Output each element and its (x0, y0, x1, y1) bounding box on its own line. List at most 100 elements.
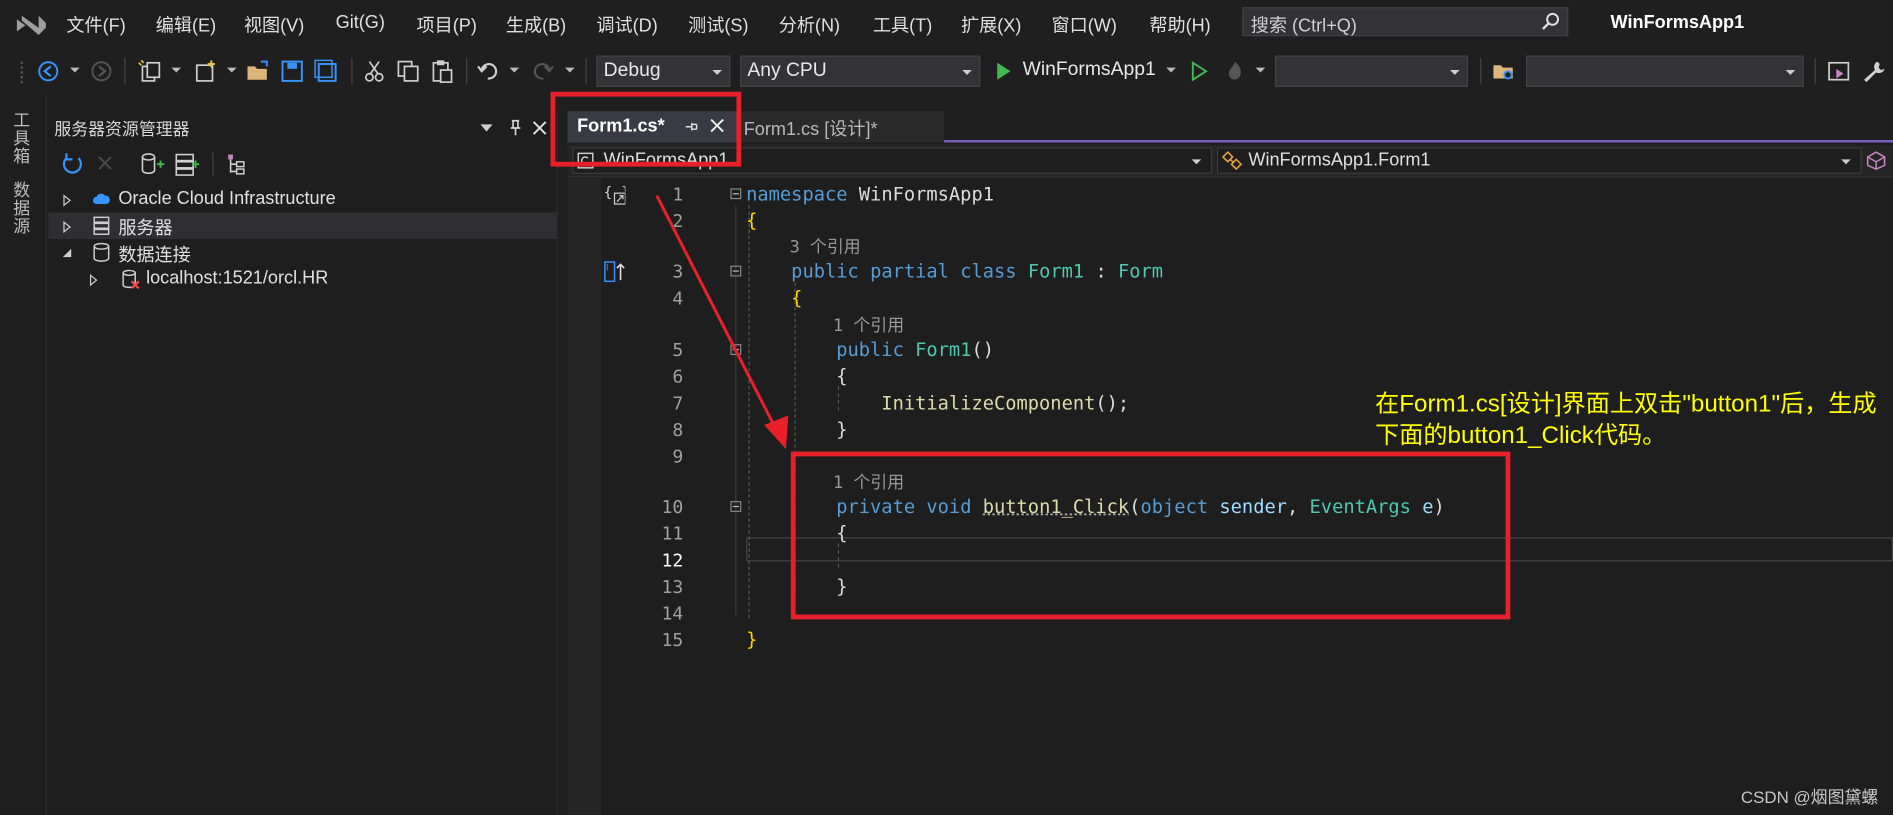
menu-edit[interactable]: 编辑(E) (156, 12, 216, 37)
panel-options-dropdown-icon[interactable] (480, 124, 493, 132)
inheritance-margin-icon[interactable]: I (604, 261, 626, 283)
chevron-right-icon[interactable] (89, 274, 99, 287)
menu-project[interactable]: 项目(P) (417, 12, 477, 37)
line-number: 5 (672, 339, 684, 362)
refresh-icon[interactable] (60, 152, 84, 176)
start-debug-icon[interactable] (992, 60, 1014, 82)
side-tab-strip: 工具箱 数据源 (0, 94, 48, 815)
undo-dropdown[interactable] (509, 67, 520, 73)
line-number: 9 (672, 445, 684, 468)
navigate-back-icon[interactable] (36, 59, 60, 83)
undo-icon[interactable] (476, 59, 500, 83)
menu-window[interactable]: 窗口(W) (1052, 12, 1117, 37)
properties-icon[interactable] (225, 152, 249, 176)
designer-icon[interactable] (1827, 59, 1851, 83)
search-placeholder: 搜索 (Ctrl+Q) (1250, 15, 1357, 37)
search-input[interactable]: 搜索 (Ctrl+Q) (1242, 7, 1569, 37)
tab-form1-designer[interactable]: Form1.cs [设计]* (738, 111, 945, 143)
window-title: WinFormsApp1 (1610, 12, 1745, 33)
server-explorer-title: 服务器资源管理器 (54, 119, 190, 139)
redo-dropdown[interactable] (565, 67, 575, 73)
tree-item-label: 服务器 (118, 218, 173, 240)
collapse-toggle[interactable] (730, 344, 742, 355)
new-project-icon[interactable] (138, 59, 162, 83)
code-line: namespace WinFormsApp1 (746, 183, 995, 206)
menu-debug[interactable]: 调试(D) (596, 12, 657, 37)
collapse-toggle[interactable] (730, 501, 742, 512)
toolbar: Debug Any CPU WinFormsApp1 (0, 48, 1893, 95)
tree-item-servers[interactable]: 服务器 (48, 212, 557, 240)
solution-configuration-select[interactable]: Debug (596, 55, 731, 87)
menu-view[interactable]: 视图(V) (244, 12, 304, 37)
codelens-references[interactable]: 3 个引用 (790, 234, 861, 258)
debug-target-select[interactable] (1274, 55, 1469, 87)
connect-to-server-icon[interactable] (174, 152, 201, 176)
annotation-highlight-code (790, 451, 1511, 620)
chevron-right-icon[interactable] (63, 220, 73, 234)
start-debug-button[interactable]: WinFormsApp1 (1023, 59, 1156, 81)
line-number: 6 (672, 365, 684, 388)
side-tab-toolbox[interactable]: 工具箱 (12, 111, 34, 165)
chevron-right-icon[interactable] (63, 194, 73, 207)
tree-item-data-connections[interactable]: 数据连接 (48, 239, 556, 266)
type-nav-dropdown[interactable]: WinFormsApp1.Form1 (1216, 147, 1862, 174)
database-icon (93, 242, 110, 262)
visual-studio-logo-icon[interactable] (14, 11, 48, 40)
toolbar-grip-icon (20, 61, 23, 84)
indicator-margin (567, 178, 602, 815)
annotation-highlight-tab (550, 91, 742, 167)
stop-refresh-icon[interactable] (97, 155, 114, 172)
code-line: public Form1() (836, 339, 995, 362)
wrench-icon[interactable] (1862, 59, 1886, 83)
paste-icon[interactable] (430, 59, 454, 83)
cut-icon[interactable] (362, 59, 386, 83)
hot-reload-icon[interactable] (1223, 59, 1247, 83)
toolbar-separator (585, 57, 587, 85)
add-item-dropdown[interactable] (226, 67, 237, 73)
start-debug-dropdown[interactable] (1166, 67, 1176, 73)
chevron-expanded-icon[interactable] (60, 246, 72, 258)
collapse-toggle[interactable] (730, 265, 742, 277)
save-icon[interactable] (280, 59, 304, 83)
solution-platform-select[interactable]: Any CPU (740, 55, 981, 87)
tree-item-oracle-cloud[interactable]: Oracle Cloud Infrastructure (48, 186, 556, 213)
menu-bar: 文件(F) 编辑(E) 视图(V) Git(G) 项目(P) 生成(B) 调试(… (0, 0, 1893, 49)
browse-folder-icon[interactable] (1492, 59, 1516, 83)
menu-git[interactable]: Git(G) (336, 12, 385, 33)
navigate-forward-icon[interactable] (89, 59, 113, 83)
collapse-toggle[interactable] (730, 188, 742, 200)
menu-test[interactable]: 测试(S) (688, 12, 748, 37)
line-number: 3 (672, 260, 684, 283)
menu-help[interactable]: 帮助(H) (1149, 12, 1210, 37)
hot-reload-dropdown[interactable] (1255, 67, 1266, 73)
side-tab-data-sources[interactable]: 数据源 (12, 181, 34, 235)
new-project-dropdown[interactable] (171, 67, 182, 73)
tree-item-localhost-connection[interactable]: localhost:1521/orcl.HR (48, 266, 556, 293)
member-nav-icon[interactable] (1866, 151, 1886, 170)
line-number: 8 (672, 418, 684, 441)
watermark: CSDN @烟图黛螺 (1740, 787, 1879, 807)
save-all-icon[interactable] (314, 59, 338, 83)
configuration-value: Debug (603, 60, 661, 81)
connect-to-database-icon[interactable] (140, 152, 167, 176)
open-file-icon[interactable] (246, 59, 270, 83)
redo-icon[interactable] (531, 59, 555, 83)
menu-file[interactable]: 文件(F) (66, 12, 125, 37)
code-line: public partial class Form1 : Form (791, 260, 1164, 283)
database-connection-error-icon (122, 269, 140, 289)
code-line: } (746, 418, 848, 441)
copy-icon[interactable] (396, 59, 420, 83)
find-combo-select[interactable] (1526, 55, 1804, 87)
code-line: } (746, 629, 758, 651)
add-item-icon[interactable] (193, 59, 217, 83)
menu-build[interactable]: 生成(B) (506, 12, 566, 37)
menu-extensions[interactable]: 扩展(X) (961, 12, 1021, 37)
tab-label: Form1.cs [设计]* (743, 119, 878, 141)
menu-tools[interactable]: 工具(T) (873, 12, 932, 37)
start-without-debug-icon[interactable] (1187, 59, 1211, 83)
navigate-back-dropdown[interactable] (70, 67, 80, 73)
pin-icon[interactable] (508, 119, 522, 137)
menu-analyze[interactable]: 分析(N) (779, 12, 840, 37)
close-icon[interactable] (532, 120, 547, 137)
codelens-references[interactable]: 1 个引用 (833, 313, 904, 337)
